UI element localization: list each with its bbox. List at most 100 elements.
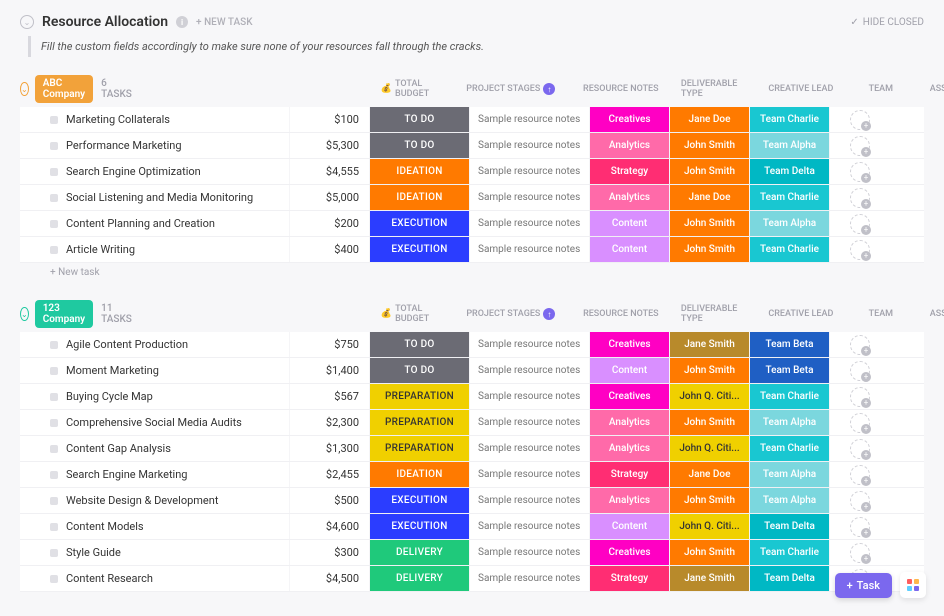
notes-cell[interactable]: Sample resource notes	[470, 540, 590, 565]
create-task-button[interactable]: + Task	[835, 573, 892, 598]
column-lead[interactable]: CREATIVE LEAD	[761, 309, 841, 319]
budget-cell[interactable]: $1,300	[290, 436, 370, 461]
column-budget[interactable]: 💰TOTAL BUDGET	[381, 304, 461, 324]
status-square-icon[interactable]	[50, 471, 58, 479]
collapse-section-icon[interactable]: ⌄	[20, 15, 34, 29]
task-name-cell[interactable]: Marketing Collaterals	[20, 107, 290, 132]
task-name-cell[interactable]: Agile Content Production	[20, 332, 290, 357]
new-task-row[interactable]: + New task	[20, 263, 924, 282]
task-name-cell[interactable]: Performance Marketing	[20, 133, 290, 158]
add-assignee-icon[interactable]	[850, 361, 870, 381]
notes-cell[interactable]: Sample resource notes	[470, 462, 590, 487]
row-add-button[interactable]	[890, 488, 910, 513]
column-assignee[interactable]: ASSIGNEE	[921, 309, 944, 319]
stage-cell[interactable]: PREPARATION	[370, 436, 470, 461]
notes-cell[interactable]: Sample resource notes	[470, 185, 590, 210]
column-team[interactable]: TEAM	[841, 84, 921, 94]
lead-cell[interactable]: John Smith	[670, 358, 750, 383]
assignee-cell[interactable]	[830, 514, 890, 539]
assignee-cell[interactable]	[830, 332, 890, 357]
task-row[interactable]: Style Guide $300 DELIVERY Sample resourc…	[20, 540, 924, 566]
budget-cell[interactable]: $567	[290, 384, 370, 409]
column-notes[interactable]: RESOURCE NOTES	[561, 84, 681, 94]
task-row[interactable]: Content Planning and Creation $200 EXECU…	[20, 211, 924, 237]
deliverable-cell[interactable]: Content	[590, 211, 670, 236]
assignee-cell[interactable]	[830, 384, 890, 409]
team-cell[interactable]: Team Charlie	[750, 185, 830, 210]
row-add-button[interactable]	[890, 540, 910, 565]
column-notes[interactable]: RESOURCE NOTES	[561, 309, 681, 319]
budget-cell[interactable]: $400	[290, 237, 370, 262]
lead-cell[interactable]: John Smith	[670, 488, 750, 513]
assignee-cell[interactable]	[830, 488, 890, 513]
notes-cell[interactable]: Sample resource notes	[470, 514, 590, 539]
budget-cell[interactable]: $200	[290, 211, 370, 236]
row-add-button[interactable]	[890, 159, 910, 184]
column-assignee[interactable]: ASSIGNEE	[921, 84, 944, 94]
column-budget[interactable]: 💰TOTAL BUDGET	[381, 79, 461, 99]
task-row[interactable]: Search Engine Optimization $4,555 IDEATI…	[20, 159, 924, 185]
stage-cell[interactable]: TO DO	[370, 133, 470, 158]
assignee-cell[interactable]	[830, 462, 890, 487]
column-deliverable[interactable]: DELIVERABLE TYPE	[681, 79, 761, 99]
assignee-cell[interactable]	[830, 211, 890, 236]
status-square-icon[interactable]	[50, 341, 58, 349]
stage-cell[interactable]: IDEATION	[370, 185, 470, 210]
budget-cell[interactable]: $5,300	[290, 133, 370, 158]
deliverable-cell[interactable]: Content	[590, 237, 670, 262]
lead-cell[interactable]: John Q. Citi...	[670, 384, 750, 409]
assignee-cell[interactable]	[830, 540, 890, 565]
status-square-icon[interactable]	[50, 116, 58, 124]
notes-cell[interactable]: Sample resource notes	[470, 384, 590, 409]
sort-asc-icon[interactable]: ↑	[543, 83, 555, 95]
apps-button[interactable]	[900, 572, 926, 598]
deliverable-cell[interactable]: Content	[590, 358, 670, 383]
budget-cell[interactable]: $750	[290, 332, 370, 357]
deliverable-cell[interactable]: Analytics	[590, 488, 670, 513]
lead-cell[interactable]: Jane Doe	[670, 462, 750, 487]
notes-cell[interactable]: Sample resource notes	[470, 410, 590, 435]
status-square-icon[interactable]	[50, 497, 58, 505]
deliverable-cell[interactable]: Strategy	[590, 159, 670, 184]
stage-cell[interactable]: TO DO	[370, 358, 470, 383]
lead-cell[interactable]: John Smith	[670, 410, 750, 435]
info-icon[interactable]: i	[176, 16, 188, 28]
stage-cell[interactable]: EXECUTION	[370, 237, 470, 262]
stage-cell[interactable]: DELIVERY	[370, 566, 470, 591]
row-add-button[interactable]	[890, 237, 910, 262]
deliverable-cell[interactable]: Analytics	[590, 436, 670, 461]
lead-cell[interactable]: John Smith	[670, 133, 750, 158]
task-name-cell[interactable]: Social Listening and Media Monitoring	[20, 185, 290, 210]
task-row[interactable]: Search Engine Marketing $2,455 IDEATION …	[20, 462, 924, 488]
column-lead[interactable]: CREATIVE LEAD	[761, 84, 841, 94]
lead-cell[interactable]: Jane Smith	[670, 566, 750, 591]
notes-cell[interactable]: Sample resource notes	[470, 133, 590, 158]
collapse-group-icon[interactable]: ⌄	[20, 82, 29, 96]
assignee-cell[interactable]	[830, 410, 890, 435]
assignee-cell[interactable]	[830, 237, 890, 262]
notes-cell[interactable]: Sample resource notes	[470, 358, 590, 383]
row-add-button[interactable]	[890, 410, 910, 435]
stage-cell[interactable]: IDEATION	[370, 159, 470, 184]
team-cell[interactable]: Team Alpha	[750, 410, 830, 435]
new-task-button[interactable]: + NEW TASK	[196, 17, 252, 28]
deliverable-cell[interactable]: Content	[590, 514, 670, 539]
task-name-cell[interactable]: Search Engine Marketing	[20, 462, 290, 487]
team-cell[interactable]: Team Delta	[750, 514, 830, 539]
task-name-cell[interactable]: Content Models	[20, 514, 290, 539]
add-assignee-icon[interactable]	[850, 387, 870, 407]
group-name-pill[interactable]: 123 Company	[35, 300, 93, 328]
task-name-cell[interactable]: Article Writing	[20, 237, 290, 262]
row-add-button[interactable]	[890, 514, 910, 539]
add-assignee-icon[interactable]	[850, 188, 870, 208]
deliverable-cell[interactable]: Analytics	[590, 410, 670, 435]
status-square-icon[interactable]	[50, 220, 58, 228]
task-row[interactable]: Social Listening and Media Monitoring $5…	[20, 185, 924, 211]
sort-asc-icon[interactable]: ↑	[543, 308, 555, 320]
status-square-icon[interactable]	[50, 168, 58, 176]
budget-cell[interactable]: $2,300	[290, 410, 370, 435]
lead-cell[interactable]: John Smith	[670, 540, 750, 565]
status-square-icon[interactable]	[50, 549, 58, 557]
add-assignee-icon[interactable]	[850, 335, 870, 355]
group-name-pill[interactable]: ABC Company	[35, 75, 93, 103]
